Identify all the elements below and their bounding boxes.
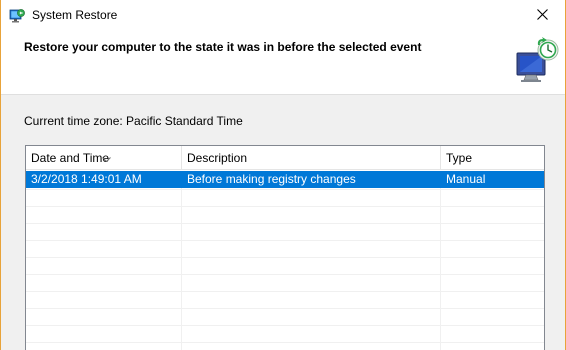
grid-line [26, 342, 544, 343]
system-restore-icon [9, 8, 25, 24]
restore-points-list[interactable]: Date and Time Description Type 3/2/2018 … [25, 145, 545, 350]
system-restore-window: System Restore Restore your computer to … [0, 0, 566, 350]
column-header-type[interactable]: Type [441, 146, 544, 170]
timezone-label: Current time zone: Pacific Standard Time [24, 114, 243, 128]
grid-line [181, 171, 182, 350]
close-button[interactable] [519, 0, 565, 31]
grid-line [26, 291, 544, 292]
grid-line [26, 325, 544, 326]
table-row[interactable]: 3/2/2018 1:49:01 AM Before making regist… [26, 171, 544, 188]
header-panel: Restore your computer to the state it wa… [1, 31, 565, 95]
grid-line [440, 171, 441, 350]
grid-line [26, 240, 544, 241]
grid-line [26, 257, 544, 258]
column-header-label: Date and Time [31, 151, 110, 165]
column-header-label: Description [187, 151, 248, 165]
list-header: Date and Time Description Type [26, 146, 544, 170]
column-header-label: Type [446, 151, 473, 165]
cell-type: Manual [446, 172, 486, 186]
cell-description: Before making registry changes [187, 172, 356, 186]
cell-date-time: 3/2/2018 1:49:01 AM [31, 172, 142, 186]
page-heading: Restore your computer to the state it wa… [24, 40, 422, 54]
window-title: System Restore [32, 8, 118, 22]
title-bar[interactable]: System Restore [1, 0, 565, 31]
column-header-description[interactable]: Description [182, 146, 441, 170]
grid-line [26, 308, 544, 309]
grid-line [26, 274, 544, 275]
grid-line [26, 206, 544, 207]
system-restore-monitor-icon [512, 37, 560, 85]
grid-line [26, 223, 544, 224]
sort-descending-icon [102, 146, 111, 163]
close-icon [536, 8, 548, 23]
column-header-date-time[interactable]: Date and Time [26, 146, 182, 170]
grid-line [26, 189, 544, 190]
